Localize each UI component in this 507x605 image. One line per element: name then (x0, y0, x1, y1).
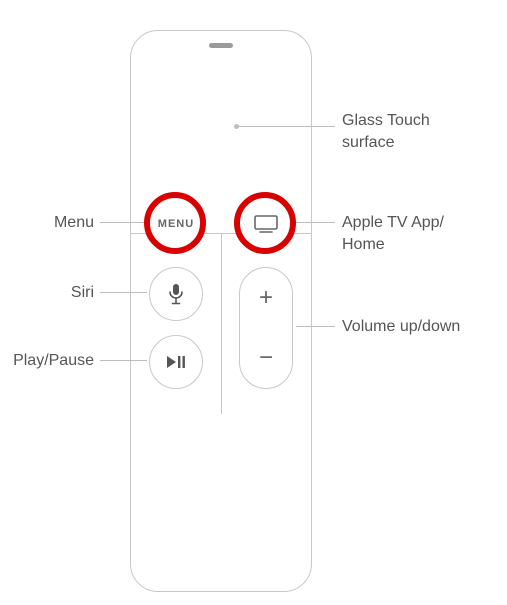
button-divider (221, 234, 222, 414)
label-volume: Volume up/down (342, 316, 462, 338)
plus-icon: + (240, 286, 292, 310)
tv-home-button[interactable] (239, 197, 293, 251)
callout-line (100, 292, 147, 293)
minus-icon: − (240, 346, 292, 370)
microphone-icon (168, 283, 184, 305)
callout-line (239, 126, 335, 127)
menu-button-label: MENU (158, 218, 194, 230)
callout-line (100, 222, 144, 223)
play-pause-icon (166, 355, 186, 369)
volume-rocker[interactable]: + − (239, 267, 293, 389)
tv-icon (254, 215, 278, 233)
label-siri: Siri (50, 282, 94, 304)
label-menu: Menu (20, 212, 94, 234)
label-play-pause: Play/Pause (10, 350, 94, 372)
callout-line (296, 326, 335, 327)
callout-line (296, 222, 335, 223)
label-glass-touch: Glass Touch surface (342, 110, 472, 153)
play-pause-button[interactable] (149, 335, 203, 389)
menu-button[interactable]: MENU (149, 197, 203, 251)
callout-line (100, 360, 147, 361)
label-tv-home: Apple TV App/ Home (342, 212, 482, 255)
siri-button[interactable] (149, 267, 203, 321)
remote-body: MENU + (130, 30, 312, 592)
remote-diagram: MENU + (0, 0, 507, 605)
